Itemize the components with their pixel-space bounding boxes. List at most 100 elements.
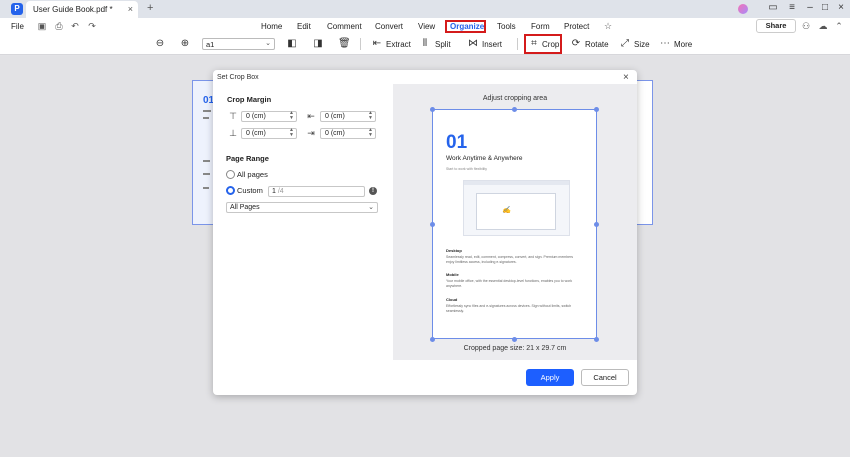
custom-radio[interactable]	[226, 186, 235, 195]
preview-cloud-text: Effortlessly sync files and e-signatures…	[446, 304, 572, 313]
cancel-button[interactable]: Cancel	[581, 369, 629, 386]
preview-desktop-text: Seamlessly read, edit, comment, compress…	[446, 255, 574, 264]
crop-handle-top[interactable]	[512, 107, 517, 112]
delete-page-icon[interactable]: 🗑	[338, 38, 351, 50]
split-icon[interactable]: ⫴	[419, 38, 431, 50]
page-subset-select[interactable]: All Pages ⌄	[226, 202, 378, 213]
organize-highlight	[445, 20, 486, 33]
cropped-size-label: Cropped page size: 21 x 29.7 cm	[463, 345, 567, 352]
menu-view[interactable]: View	[418, 22, 435, 31]
menu-protect[interactable]: Protect	[564, 22, 589, 31]
zoom-out-icon[interactable]: ⊖	[154, 38, 166, 50]
people-icon[interactable]: ⚇	[801, 21, 811, 31]
menu-icon[interactable]: ≡	[785, 2, 799, 13]
crop-handle-bottom[interactable]	[512, 337, 517, 342]
message-icon[interactable]: ▭	[766, 2, 780, 13]
preview-mobile-text: Your mobile office, with the essential d…	[446, 279, 573, 288]
extract-button[interactable]: Extract	[386, 40, 411, 49]
size-button[interactable]: Size	[634, 40, 650, 49]
more-icon[interactable]: ⋯	[659, 38, 671, 50]
zoom-select[interactable]: a1 ⌄	[202, 38, 275, 50]
left-margin-value: 0 (cm)	[325, 113, 345, 120]
stepper-arrows-icon[interactable]: ▲ ▼	[289, 128, 294, 138]
left-margin-icon: ⇤	[307, 111, 315, 121]
preview-page-number: 01	[446, 132, 468, 153]
close-window-icon[interactable]: ×	[834, 2, 848, 13]
minimize-icon[interactable]: –	[803, 2, 817, 13]
top-margin-stepper[interactable]: 0 (cm) ▲ ▼	[241, 111, 297, 122]
chevron-down-icon: ⌄	[368, 204, 374, 211]
rotate-left-page-icon[interactable]: ◧	[286, 38, 298, 50]
menu-tools[interactable]: Tools	[497, 22, 516, 31]
preview-cloud-heading: Cloud	[446, 297, 458, 302]
menu-bar: File ▣ ⎙ ↶ ↷ Home Edit Comment Convert V…	[0, 18, 850, 35]
chevron-down-icon: ⌄	[265, 40, 271, 47]
stepper-arrows-icon[interactable]: ▲ ▼	[368, 111, 373, 121]
rotate-button[interactable]: Rotate	[585, 40, 609, 49]
page-subset-value: All Pages	[230, 204, 260, 211]
crop-handle-top-left[interactable]	[430, 107, 435, 112]
left-margin-stepper[interactable]: 0 (cm) ▲ ▼	[320, 111, 376, 122]
stepper-arrows-icon[interactable]: ▲ ▼	[368, 128, 373, 138]
document-tab-label: User Guide Book.pdf *	[33, 5, 113, 14]
preview-caption: Adjust cropping area	[482, 95, 548, 102]
crop-handle-bottom-left[interactable]	[430, 337, 435, 342]
menu-form[interactable]: Form	[531, 22, 550, 31]
insert-button[interactable]: Insert	[482, 40, 502, 49]
save-icon[interactable]: ▣	[37, 21, 47, 31]
menu-file[interactable]: File	[11, 22, 24, 31]
preview-screenshot-document	[476, 193, 556, 230]
menu-convert[interactable]: Convert	[375, 22, 403, 31]
menu-comment[interactable]: Comment	[327, 22, 362, 31]
stepper-arrows-icon[interactable]: ▲ ▼	[289, 111, 294, 121]
right-margin-icon: ⇥	[307, 128, 315, 138]
size-icon[interactable]: ⤢	[619, 38, 631, 50]
bottom-margin-value: 0 (cm)	[246, 130, 266, 137]
crop-handle-top-right[interactable]	[594, 107, 599, 112]
new-tab-icon[interactable]: +	[147, 2, 153, 14]
custom-label[interactable]: Custom	[237, 186, 263, 195]
more-button[interactable]: More	[674, 40, 692, 49]
undo-icon[interactable]: ↶	[70, 21, 80, 31]
right-margin-stepper[interactable]: 0 (cm) ▲ ▼	[320, 128, 376, 139]
background-text-line	[203, 187, 209, 189]
insert-icon[interactable]: ⋈	[467, 38, 479, 50]
avatar[interactable]	[738, 4, 748, 14]
menu-edit[interactable]: Edit	[297, 22, 311, 31]
extract-icon[interactable]: ⇤	[371, 38, 383, 50]
info-icon[interactable]: !	[369, 187, 377, 195]
close-icon[interactable]: ×	[623, 72, 629, 83]
crop-handle-left[interactable]	[430, 222, 435, 227]
cloud-upload-icon[interactable]: ☁	[818, 21, 828, 31]
dialog-title: Set Crop Box	[217, 74, 259, 81]
share-button[interactable]: Share	[756, 19, 796, 33]
bottom-margin-stepper[interactable]: 0 (cm) ▲ ▼	[241, 128, 297, 139]
document-tab[interactable]: User Guide Book.pdf * ×	[26, 1, 138, 18]
custom-page-input[interactable]: 1 /4	[268, 186, 365, 197]
maximize-icon[interactable]: □	[818, 2, 832, 13]
all-pages-label[interactable]: All pages	[237, 170, 268, 179]
rotate-icon[interactable]: ⟳	[570, 38, 582, 50]
pin-icon[interactable]: ☆	[603, 21, 613, 31]
zoom-in-icon[interactable]: ⊕	[179, 38, 191, 50]
split-button[interactable]: Split	[435, 40, 451, 49]
apply-button[interactable]: Apply	[526, 369, 574, 386]
rotate-right-page-icon[interactable]: ◨	[312, 38, 324, 50]
redo-icon[interactable]: ↷	[87, 21, 97, 31]
menu-home[interactable]: Home	[261, 22, 282, 31]
preview-screenshot-toolbar	[464, 181, 569, 185]
signature-icon: ✍	[502, 207, 511, 214]
preview-mobile-heading: Mobile	[446, 272, 459, 277]
close-tab-icon[interactable]: ×	[128, 4, 133, 14]
app-logo-icon: P	[11, 3, 23, 15]
collapse-icon[interactable]: ⌃	[834, 21, 844, 31]
top-margin-value: 0 (cm)	[246, 113, 266, 120]
all-pages-radio[interactable]	[226, 170, 235, 179]
print-icon[interactable]: ⎙	[54, 21, 64, 31]
toolbar-divider	[517, 38, 518, 50]
crop-handle-right[interactable]	[594, 222, 599, 227]
toolbar-divider	[360, 38, 361, 50]
crop-handle-bottom-right[interactable]	[594, 337, 599, 342]
bottom-margin-icon: ⊥	[229, 128, 237, 138]
background-text-line	[203, 117, 209, 119]
